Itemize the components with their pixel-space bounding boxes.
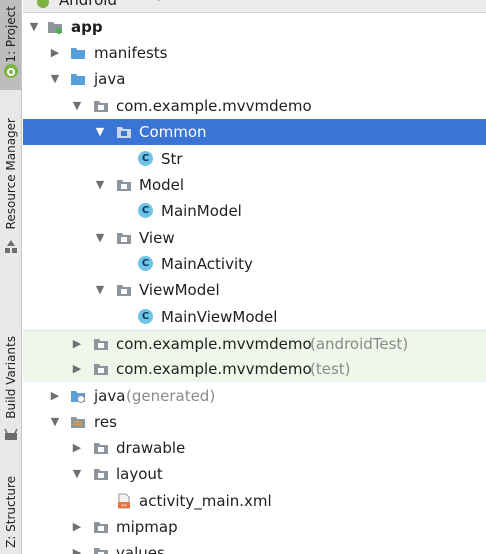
tree-node-label: MainViewModel	[161, 308, 278, 326]
tree-node-label: res	[94, 413, 117, 431]
collapse-arrow-icon[interactable]: ▶	[70, 362, 84, 376]
package-icon	[94, 548, 108, 554]
package-icon	[117, 233, 131, 244]
expand-arrow-icon[interactable]: ▼	[93, 231, 107, 245]
expand-arrow-icon[interactable]: ▼	[70, 467, 84, 481]
generated-folder-icon	[71, 391, 85, 403]
collapse-arrow-icon[interactable]: ▶	[70, 520, 84, 534]
expand-arrow-icon[interactable]: ▼	[48, 415, 62, 429]
tree-node-view[interactable]: ▼ View	[23, 225, 486, 251]
tree-node-main-model[interactable]: C MainModel	[23, 198, 486, 224]
tree-node-label: MainActivity	[161, 255, 253, 273]
tree-node-label: layout	[116, 465, 163, 483]
tree-node-manifests[interactable]: ▶ manifests	[23, 40, 486, 66]
tree-node-activity-main-xml[interactable]: <> activity_main.xml	[23, 488, 486, 514]
expand-arrow-icon[interactable]: ▼	[93, 125, 107, 139]
tree-node-label: manifests	[94, 44, 168, 62]
tree-node-res[interactable]: ▼ res	[23, 409, 486, 435]
tree-node-label: values	[116, 544, 165, 554]
folder-icon	[71, 74, 85, 85]
android-head-icon	[37, 0, 49, 8]
package-icon	[94, 443, 108, 454]
package-icon	[94, 339, 108, 350]
folder-icon	[71, 48, 85, 59]
chevron-down-icon[interactable]: ▼	[155, 0, 163, 3]
resources-folder-icon	[71, 417, 85, 428]
source-set-suffix: (generated)	[126, 387, 216, 405]
view-selector-label[interactable]: Android	[59, 0, 117, 9]
tree-node-label: Str	[161, 150, 183, 168]
tree-node-drawable[interactable]: ▶ drawable	[23, 435, 486, 461]
tree-node-package-android-test[interactable]: ▶ com.example.mvvmdemo (androidTest)	[23, 330, 486, 357]
collapse-arrow-icon[interactable]: ▶	[70, 546, 84, 554]
resource-manager-tab[interactable]: Resource Manager	[2, 118, 20, 229]
tree-node-label: com.example.mvvmdemo	[116, 335, 312, 353]
tree-node-layout[interactable]: ▼ layout	[23, 461, 486, 487]
android-icon	[4, 64, 18, 78]
xml-layout-file-icon: <>	[118, 493, 130, 509]
tree-node-viewmodel[interactable]: ▼ ViewModel	[23, 277, 486, 303]
tree-node-common[interactable]: ▼ Common	[23, 119, 486, 145]
tree-node-app[interactable]: ▼ app	[23, 14, 486, 40]
tree-node-label: activity_main.xml	[139, 492, 272, 510]
tree-node-label: MainModel	[161, 202, 242, 220]
project-view-header: Android ▼	[23, 0, 486, 13]
tree-node-label: com.example.mvvmdemo	[116, 97, 312, 115]
collapse-arrow-icon[interactable]: ▶	[70, 441, 84, 455]
collapse-arrow-icon[interactable]: ▶	[48, 46, 62, 60]
expand-arrow-icon[interactable]: ▼	[93, 178, 107, 192]
svg-text:<>: <>	[121, 503, 127, 509]
tool-window-stripe: 1: Project Resource Manager Build Varian…	[0, 0, 22, 554]
module-folder-icon	[48, 22, 62, 34]
package-icon	[117, 127, 131, 138]
package-icon	[94, 364, 108, 375]
package-icon	[94, 522, 108, 533]
expand-arrow-icon[interactable]: ▼	[70, 99, 84, 113]
tree-node-java[interactable]: ▼ java	[23, 66, 486, 92]
build-variants-tab[interactable]: Build Variants	[2, 336, 20, 419]
package-icon	[117, 285, 131, 296]
tree-node-package-main[interactable]: ▼ com.example.mvvmdemo	[23, 93, 486, 119]
tree-node-java-generated[interactable]: ▶ java (generated)	[23, 383, 486, 409]
tree-node-main-viewmodel[interactable]: C MainViewModel	[23, 304, 486, 330]
tree-node-label: View	[139, 229, 175, 247]
source-set-suffix: (test)	[310, 360, 351, 378]
expand-arrow-icon[interactable]: ▼	[48, 72, 62, 86]
class-icon: C	[138, 309, 154, 325]
collapse-arrow-icon[interactable]: ▶	[48, 389, 62, 403]
tree-node-package-test[interactable]: ▶ com.example.mvvmdemo (test)	[23, 356, 486, 382]
tree-node-label: Model	[139, 176, 185, 194]
tree-node-label: mipmap	[116, 518, 178, 536]
tree-node-label: drawable	[116, 439, 186, 457]
tree-node-values[interactable]: ▶ values	[23, 540, 486, 554]
tree-node-str[interactable]: C Str	[23, 146, 486, 172]
structure-tab[interactable]: Z: Structure	[2, 476, 20, 548]
build-variants-icon	[4, 428, 18, 440]
expand-arrow-icon[interactable]: ▼	[93, 283, 107, 297]
package-icon	[94, 101, 108, 112]
tree-node-mipmap[interactable]: ▶ mipmap	[23, 514, 486, 540]
tree-node-label: java	[94, 387, 126, 405]
package-icon	[94, 469, 108, 480]
tree-node-label: java	[94, 70, 126, 88]
tree-node-label: app	[71, 18, 103, 36]
expand-arrow-icon[interactable]: ▼	[27, 20, 41, 34]
class-icon: C	[138, 256, 154, 272]
tree-node-label: Common	[139, 123, 207, 141]
tree-node-main-activity[interactable]: C MainActivity	[23, 251, 486, 277]
source-set-suffix: (androidTest)	[310, 335, 409, 353]
project-tab-label[interactable]: 1: Project	[2, 6, 20, 63]
tree-node-label: ViewModel	[139, 281, 220, 299]
resource-manager-icon	[5, 240, 17, 253]
collapse-arrow-icon[interactable]: ▶	[70, 337, 84, 351]
tree-node-label: com.example.mvvmdemo	[116, 360, 312, 378]
class-icon: C	[138, 203, 154, 219]
package-icon	[117, 180, 131, 191]
class-icon: C	[138, 151, 154, 167]
tree-node-model[interactable]: ▼ Model	[23, 172, 486, 198]
